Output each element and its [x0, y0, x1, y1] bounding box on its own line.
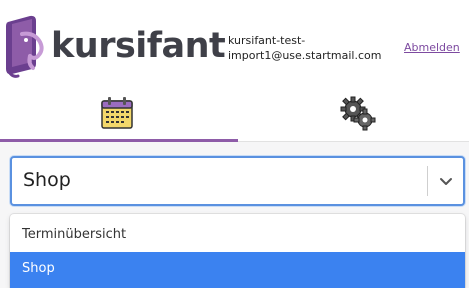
logo-text: kursifant: [51, 26, 226, 66]
select-dropdown: Terminübersicht Shop: [10, 214, 465, 288]
calendar-icon: [101, 97, 133, 129]
tab-bar: [0, 90, 469, 142]
tab-calendar[interactable]: [0, 90, 238, 142]
option-terminuebersicht[interactable]: Terminübersicht: [10, 218, 465, 252]
elephant-logo-icon: [6, 15, 44, 78]
page: kursifant kursifant-test-import1@use.sta…: [0, 0, 469, 288]
chevron-down-icon[interactable]: [438, 173, 454, 189]
logout-link[interactable]: Abmelden: [404, 41, 460, 54]
kursifant-logo[interactable]: kursifant: [0, 12, 226, 78]
gears-icon: [340, 96, 376, 131]
select-divider: [427, 166, 428, 196]
view-select[interactable]: Shop: [10, 156, 465, 206]
user-email: kursifant-test-import1@use.startmail.com: [228, 34, 382, 62]
tab-settings[interactable]: [238, 90, 469, 142]
option-shop[interactable]: Shop: [10, 252, 465, 288]
select-value: Shop: [23, 169, 71, 191]
header: kursifant kursifant-test-import1@use.sta…: [0, 0, 469, 90]
